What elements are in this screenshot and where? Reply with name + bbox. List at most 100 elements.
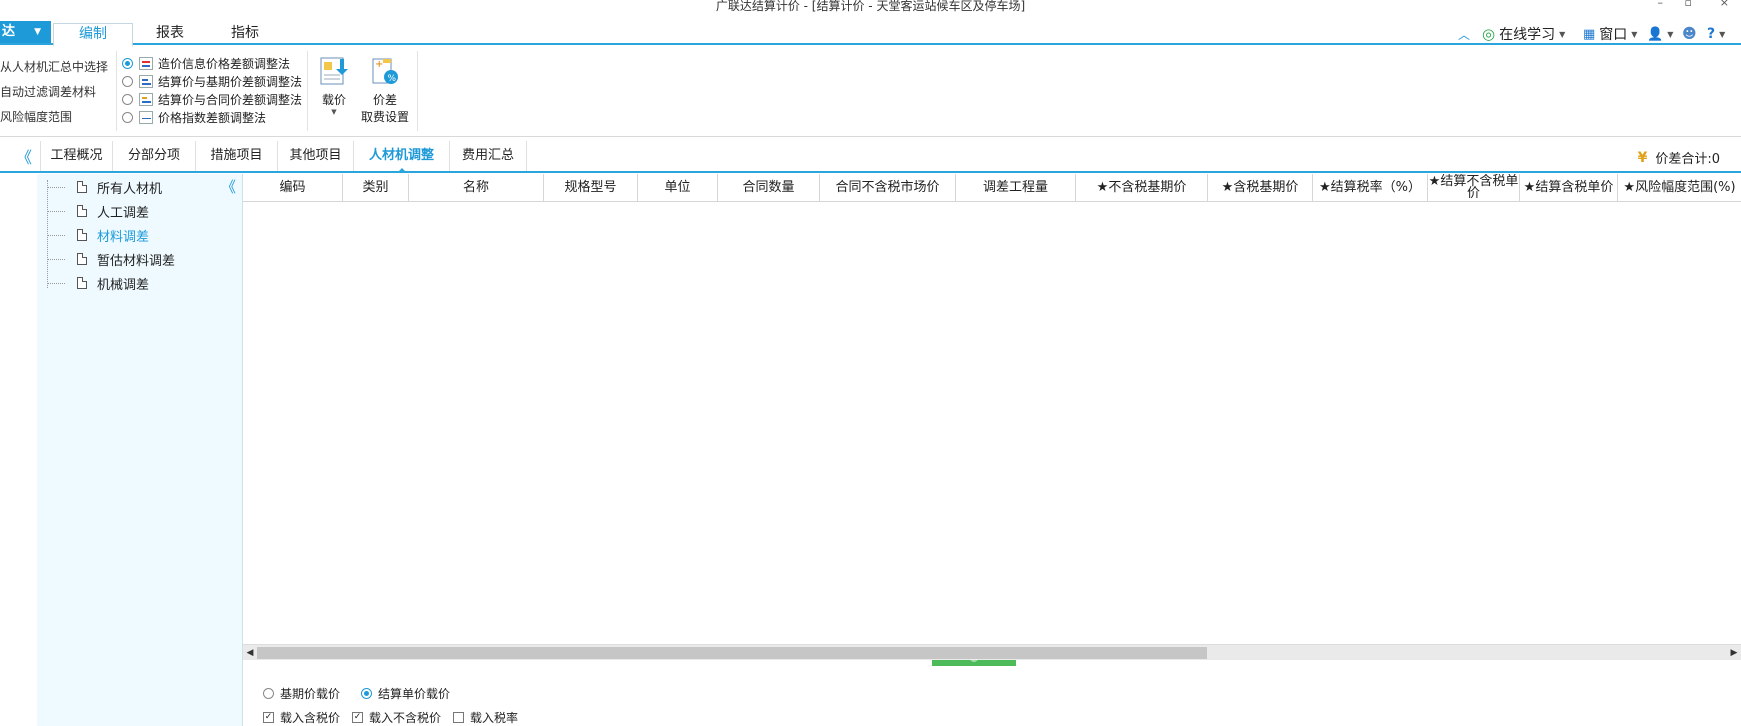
page-tab-strip: 《 工程概况 分部分项 措施项目 其他项目 人材机调整 费用汇总 ¥ 价差合计:… <box>0 141 1741 173</box>
document-icon <box>77 181 87 193</box>
window-menu-label: 窗口 <box>1599 27 1628 43</box>
checkbox-checked-icon: ✓ <box>352 712 363 723</box>
ribbon-divider <box>116 51 117 131</box>
base-price-load-radio[interactable]: 基期价载价 <box>263 685 340 702</box>
column-header-risk-range[interactable]: ★风险幅度范围(%) <box>1618 174 1741 202</box>
minimize-icon[interactable]: – <box>1658 0 1664 9</box>
column-header-spec[interactable]: 规格型号 <box>544 174 638 202</box>
restore-icon[interactable]: ▫ <box>1685 0 1692 9</box>
column-header-base-price-excl[interactable]: ★不含税基期价 <box>1076 174 1208 202</box>
load-tax-excl-checkbox[interactable]: ✓ 载入不含税价 <box>352 709 441 726</box>
line-chart-icon <box>139 111 153 124</box>
radio-label: 结算单价载价 <box>378 687 451 701</box>
method-base-price-radio[interactable]: 结算价与基期价差额调整法 <box>122 73 302 90</box>
method-bars-icon <box>139 75 153 88</box>
method-table-icon <box>139 57 153 70</box>
tab-labor-material-machine[interactable]: 人材机调整 <box>354 141 450 173</box>
tree-item-labor[interactable]: 人工调差 <box>47 201 149 221</box>
tab-project-overview[interactable]: 工程概况 <box>40 141 113 171</box>
fee-setting-button[interactable]: + % 价差 取费设置 <box>358 53 412 125</box>
radio-icon <box>122 76 133 87</box>
user-menu-button[interactable]: 👤 ▼ <box>1647 23 1673 45</box>
select-from-summary-option[interactable]: 从人材机汇总中选择 <box>0 58 108 75</box>
load-price-button[interactable]: 载价 ▼ <box>315 53 353 116</box>
data-grid: 编码 类别 名称 规格型号 单位 合同数量 合同不含税市场价 调差工程量 ★不含… <box>243 174 1741 667</box>
tree-item-machinery[interactable]: 机械调差 <box>47 273 149 293</box>
method-label: 价格指数差额调整法 <box>158 111 267 125</box>
svg-text:+: + <box>375 59 383 70</box>
double-chevron-left-icon[interactable]: 《 <box>16 144 32 168</box>
scrollbar-thumb[interactable] <box>257 647 1207 659</box>
column-header-base-price-incl[interactable]: ★含税基期价 <box>1208 174 1313 202</box>
tab-measures[interactable]: 措施项目 <box>196 141 278 171</box>
svg-text:%: % <box>388 74 397 84</box>
checkbox-label: 载入含税价 <box>280 711 341 725</box>
method-price-index-radio[interactable]: 价格指数差额调整法 <box>122 109 266 126</box>
app-menu-label: 达 <box>2 24 16 39</box>
column-header-settle-price-excl[interactable]: ★结算不含税单价 <box>1428 174 1520 202</box>
column-header-contract-qty[interactable]: 合同数量 <box>718 174 820 202</box>
tab-sub-items[interactable]: 分部分项 <box>113 141 196 171</box>
double-chevron-left-icon[interactable]: 《 <box>221 176 236 197</box>
fee-setting-icon: + % <box>369 53 401 87</box>
window-menu-button[interactable]: ▦ 窗口 ▼ <box>1583 23 1637 45</box>
menu-tab-report[interactable]: 报表 <box>140 23 200 45</box>
load-tax-incl-checkbox[interactable]: ✓ 载入含税价 <box>263 709 340 726</box>
ribbon: 从人材机汇总中选择 自动过滤调差材料 风险幅度范围 造价信息价格差额调整法 结算… <box>0 47 1741 137</box>
method-label: 结算价与基期价差额调整法 <box>158 75 303 89</box>
horizontal-scrollbar[interactable]: ◀ ▶ <box>243 644 1741 660</box>
column-header-contract-price[interactable]: 合同不含税市场价 <box>820 174 956 202</box>
method-info-price-radio[interactable]: 造价信息价格差额调整法 <box>122 55 290 72</box>
tab-fee-summary[interactable]: 费用汇总 <box>450 141 527 171</box>
column-header-tax-rate[interactable]: ★结算税率（%） <box>1313 174 1428 202</box>
menu-tab-edit[interactable]: 编制 <box>53 23 133 47</box>
tree-item-label: 材料调差 <box>97 229 150 245</box>
radio-icon <box>122 94 133 105</box>
document-icon <box>77 253 87 265</box>
settle-price-load-radio[interactable]: 结算单价载价 <box>361 685 450 702</box>
tree-item-material[interactable]: 材料调差 <box>47 225 149 245</box>
method-contract-price-radio[interactable]: 结算价与合同价差额调整法 <box>122 91 302 108</box>
column-header-unit[interactable]: 单位 <box>638 174 718 202</box>
assistant-button[interactable]: ☻ <box>1682 23 1697 45</box>
tree-item-provisional-material[interactable]: 暂估材料调差 <box>47 249 175 269</box>
checkbox-label: 载入税率 <box>470 711 519 725</box>
price-total: ¥ 价差合计:0 <box>1638 148 1720 168</box>
close-icon[interactable]: × <box>1720 0 1729 9</box>
scroll-left-icon[interactable]: ◀ <box>244 646 256 660</box>
online-learning-icon: ◎ <box>1482 25 1496 43</box>
risk-range-option[interactable]: 风险幅度范围 <box>0 108 72 125</box>
column-header-type[interactable]: 类别 <box>343 174 409 202</box>
grid-icon: ▦ <box>1583 26 1596 42</box>
method-label: 结算价与合同价差额调整法 <box>158 93 303 107</box>
online-learning-button[interactable]: ◎ 在线学习 ▼ <box>1482 23 1565 45</box>
tree-item-label: 暂估材料调差 <box>97 253 176 269</box>
checkbox-checked-icon: ✓ <box>263 712 274 723</box>
app-menu-button[interactable]: 达 ▼ <box>0 21 51 43</box>
load-price-label: 载价 <box>321 93 346 107</box>
tree-item-all[interactable]: 所有人材机 <box>47 177 162 197</box>
auto-filter-materials-option[interactable]: 自动过滤调差材料 <box>0 83 96 100</box>
collapse-ribbon-button[interactable]: ︿ <box>1458 23 1470 45</box>
help-button[interactable]: ? ▼ <box>1707 23 1725 45</box>
chevron-up-icon: ︿ <box>1458 27 1471 42</box>
tab-other-items[interactable]: 其他项目 <box>278 141 354 171</box>
load-price-icon <box>318 53 350 87</box>
scroll-right-icon[interactable]: ▶ <box>1728 646 1740 660</box>
title-bar: 广联达结算计价 - [结算计价 - 天堂客运站候车区及停车场] – ▫ × <box>0 0 1741 14</box>
column-header-adjust-qty[interactable]: 调差工程量 <box>956 174 1076 202</box>
column-header-settle-price-incl[interactable]: ★结算含税单价 <box>1520 174 1618 202</box>
chevron-down-icon: ▼ <box>34 27 41 37</box>
menu-bar: 达 ▼ 编制 报表 指标 ︿ ◎ 在线学习 ▼ ▦ 窗口 ▼ 👤 ▼ ☻ ? ▼ <box>0 19 1741 47</box>
column-header-code[interactable]: 编码 <box>243 174 343 202</box>
radio-icon <box>263 688 274 699</box>
column-header-name[interactable]: 名称 <box>409 174 544 202</box>
chevron-down-icon: ▼ <box>1631 29 1638 39</box>
price-total-label: 价差合计:0 <box>1655 152 1720 167</box>
ribbon-divider <box>417 51 418 131</box>
load-options-panel: 基期价载价 结算单价载价 ✓ 载入含税价 ✓ 载入不含税价 载入税率 <box>243 662 1741 726</box>
radio-label: 基期价载价 <box>280 687 341 701</box>
chevron-down-icon: ▼ <box>1719 29 1726 39</box>
load-tax-rate-checkbox[interactable]: 载入税率 <box>453 709 518 726</box>
menu-tab-index[interactable]: 指标 <box>215 23 275 45</box>
